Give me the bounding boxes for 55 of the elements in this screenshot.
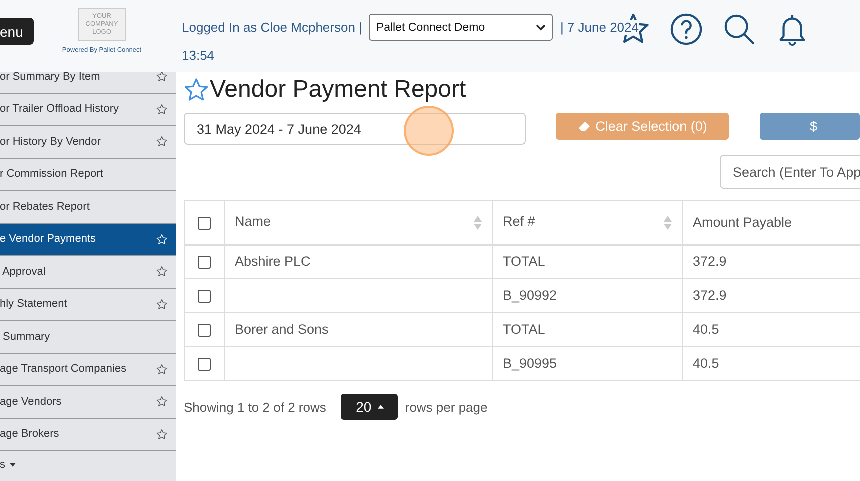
sidebar-item[interactable]: age Transport Companies bbox=[0, 354, 176, 386]
checkbox[interactable] bbox=[198, 324, 211, 337]
column-header[interactable]: Name bbox=[224, 200, 492, 244]
star-icon[interactable] bbox=[156, 298, 168, 310]
eraser-icon bbox=[578, 121, 591, 132]
page-size-button[interactable]: 20 bbox=[341, 394, 398, 420]
star-icon[interactable] bbox=[156, 428, 168, 440]
table-cell: TOTAL bbox=[503, 254, 546, 270]
sidebar-item[interactable]: age Brokers bbox=[0, 418, 176, 451]
star-icon[interactable] bbox=[156, 364, 168, 375]
sidebar-item[interactable]: Approval bbox=[0, 256, 176, 288]
caret-icon[interactable] bbox=[378, 405, 384, 409]
table-cell: 372.9 bbox=[693, 254, 727, 270]
table-cell: 40.5 bbox=[693, 322, 720, 337]
star-icon[interactable] bbox=[156, 104, 168, 115]
sidebar-footer-text: s bbox=[0, 459, 6, 471]
click-marker bbox=[404, 106, 454, 156]
table-cell: B_90992 bbox=[503, 288, 558, 303]
menu-button[interactable]: enu bbox=[0, 18, 34, 45]
logged-in-text: Logged In as Cloe Mcpherson | bbox=[182, 20, 362, 35]
sidebar-item[interactable]: or Trailer Offload History bbox=[0, 94, 176, 126]
company-select[interactable]: Pallet Connect Demo bbox=[369, 14, 554, 41]
star-icon[interactable] bbox=[156, 136, 168, 148]
sidebar-item[interactable]: or History By Vendor bbox=[0, 126, 176, 158]
table-cell: Abshire PLC bbox=[235, 254, 311, 270]
star-icon[interactable] bbox=[156, 72, 168, 82]
star-icon[interactable] bbox=[156, 396, 168, 408]
checkbox[interactable] bbox=[198, 290, 211, 303]
table-cell: 40.5 bbox=[693, 356, 720, 371]
rows-per-page-text: rows per page bbox=[405, 400, 488, 414]
sidebar-item[interactable]: e Vendor Payments bbox=[0, 224, 176, 256]
time-text: 13:54 bbox=[182, 48, 216, 63]
sidebar-item[interactable]: or Summary By Item bbox=[0, 72, 176, 94]
table-cell: Borer and Sons bbox=[235, 322, 329, 337]
star-icon[interactable] bbox=[184, 78, 209, 102]
sidebar-item[interactable]: age Vendors bbox=[0, 386, 176, 418]
table-cell: TOTAL bbox=[503, 322, 546, 337]
star-icon[interactable] bbox=[156, 266, 168, 278]
table-cell: 372.9 bbox=[693, 288, 727, 303]
sidebar-item[interactable]: hly Statement bbox=[0, 288, 176, 321]
help-icon[interactable] bbox=[670, 13, 703, 46]
column-header[interactable]: Ref # bbox=[492, 200, 682, 244]
chevron-icon[interactable] bbox=[536, 24, 546, 31]
checkbox[interactable] bbox=[198, 256, 211, 270]
checkbox[interactable] bbox=[198, 216, 211, 230]
pagination-summary: Showing 1 to 2 of 2 rows bbox=[184, 400, 326, 414]
sidebar-item[interactable]: r Commission Report bbox=[0, 158, 176, 191]
page-title: Vendor Payment Report bbox=[210, 76, 466, 104]
caret-icon[interactable] bbox=[10, 463, 16, 467]
date-text: | 7 June 2024 bbox=[560, 20, 639, 35]
date-range-field[interactable]: 31 May 2024 - 7 June 2024 bbox=[184, 113, 526, 145]
search-icon[interactable] bbox=[723, 13, 756, 46]
table-cell: B_90995 bbox=[503, 356, 558, 371]
checkbox[interactable] bbox=[198, 358, 211, 371]
sidebar-item[interactable]: Summary bbox=[0, 321, 176, 354]
